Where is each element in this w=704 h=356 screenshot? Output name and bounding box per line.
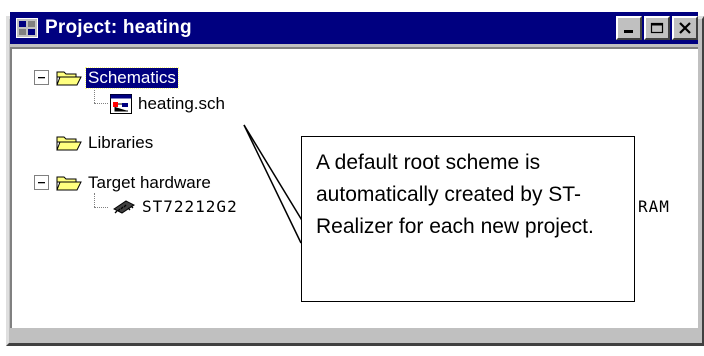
tree-item-label: ST72212G2	[142, 196, 238, 216]
window-title: Project: heating	[45, 17, 192, 38]
annotation-callout: A default root scheme is automatically c…	[301, 136, 635, 302]
collapse-toggle-target-hardware[interactable]	[34, 175, 49, 190]
open-folder-icon	[56, 134, 82, 152]
tree-item-label: Libraries	[88, 133, 154, 152]
window-controls	[614, 16, 698, 40]
device-detail-text: RAM	[638, 196, 670, 216]
close-icon	[679, 22, 691, 34]
chip-icon	[112, 197, 136, 215]
tree-item-label: Schematics	[85, 67, 179, 89]
open-folder-icon	[56, 69, 82, 87]
open-folder-icon	[56, 174, 82, 192]
tree-item-label: Target hardware	[88, 173, 211, 192]
tree-item-schematic-file[interactable]: heating.sch	[110, 92, 227, 116]
project-icon	[15, 16, 39, 40]
figure: Project: heating Schematics heating.sch …	[0, 0, 704, 356]
close-button[interactable]	[672, 16, 698, 40]
title-bar[interactable]: Project: heating	[10, 12, 698, 44]
schematic-sheet-icon	[110, 94, 132, 114]
minus-icon	[38, 77, 45, 79]
tree-connector	[94, 207, 108, 208]
minimize-icon	[624, 30, 633, 33]
tree-item-label: heating.sch	[138, 94, 225, 113]
tree-connector	[94, 193, 95, 207]
maximize-icon	[650, 22, 664, 34]
tree-connector	[94, 103, 108, 104]
tree-item-device[interactable]: ST72212G2	[112, 194, 240, 218]
minus-icon	[38, 182, 45, 184]
tree-item-libraries[interactable]: Libraries	[56, 131, 155, 155]
minimize-button[interactable]	[616, 16, 642, 40]
maximize-button[interactable]	[644, 16, 670, 40]
collapse-toggle-schematics[interactable]	[34, 70, 49, 85]
tree-item-target-hardware[interactable]: Target hardware	[56, 171, 213, 195]
tree-item-schematics[interactable]: Schematics	[56, 66, 179, 90]
